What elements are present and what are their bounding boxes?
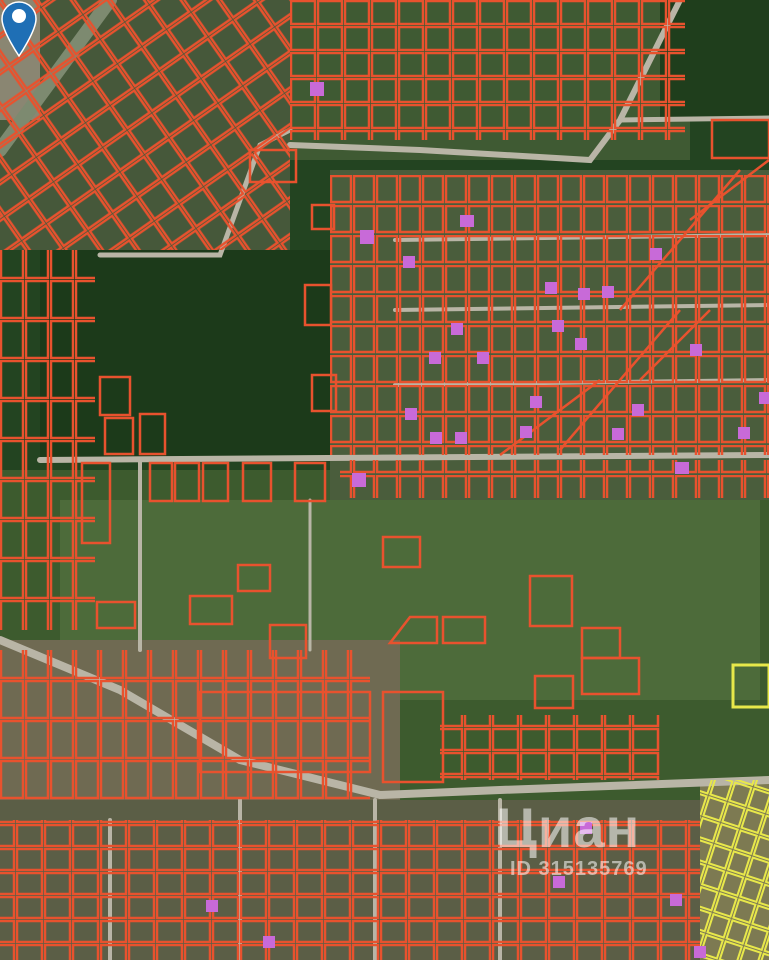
watermark: Циан ID 315135769 [496,798,746,881]
map-view[interactable]: Циан ID 315135769 [0,0,769,960]
location-pin-icon[interactable] [0,0,38,58]
watermark-listing-id: ID 315135769 [510,858,648,880]
watermark-logo: Циан [496,796,641,859]
